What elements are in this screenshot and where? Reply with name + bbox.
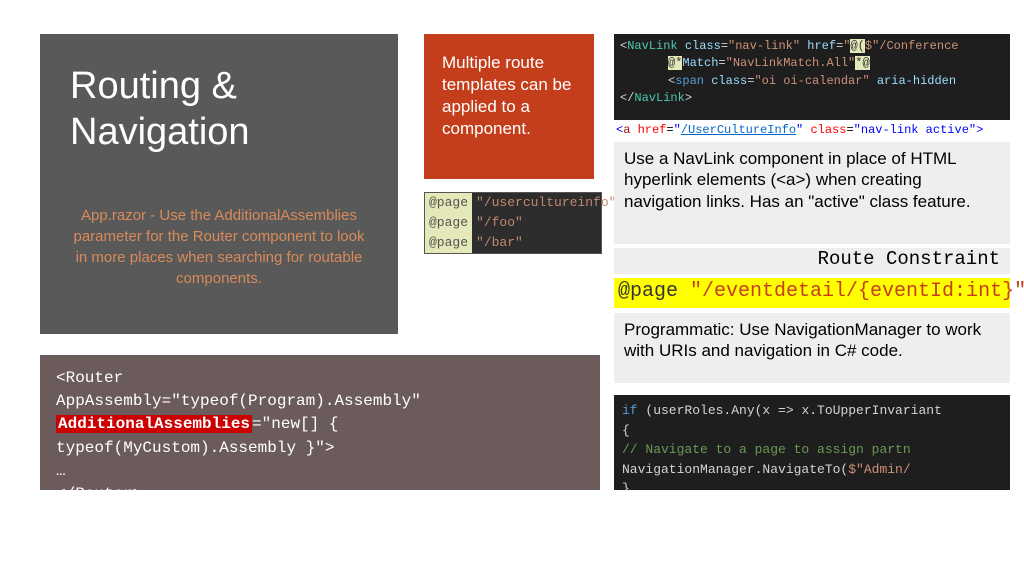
navlink-description: Use a NavLink component in place of HTML… [614,142,1010,244]
code-text: *@ [855,56,869,70]
code-text: => [778,403,794,418]
code-text: $"/Conference [865,39,959,53]
code-text: href [638,123,667,137]
callout-red: Multiple route templates can be applied … [424,34,594,179]
programmatic-description: Programmatic: Use NavigationManager to w… [614,313,1010,383]
code-line: } [622,479,1002,490]
code-text: "nav-link active" [854,123,976,137]
code-text: x.ToUpperInvariant [794,403,942,418]
code-text: a [623,123,637,137]
page-path: "/bar" [472,233,523,253]
code-line: // Navigate to a page to assign partn [622,440,1002,460]
code-text: Match [682,56,718,70]
code-highlight: AdditionalAssemblies [56,415,252,433]
title-panel: Routing & Navigation App.razor - Use the… [40,34,398,334]
code-line: AppAssembly="typeof(Program).Assembly" [56,390,584,413]
code-text: "nav-link" [728,39,807,53]
page-directive: @page [425,233,472,253]
nav-manager-code-snippet: if (userRoles.Any(x => x.ToUpperInvarian… [614,395,1010,490]
page-route-highlight: @page "/eventdetail/{eventId:int}" [614,278,1010,308]
code-text: NavLink [627,39,685,53]
code-text: @page [618,280,690,303]
code-text: = [846,123,853,137]
slide-subtitle: App.razor - Use the AdditionalAssemblies… [70,205,368,289]
code-text: = [718,56,725,70]
code-text: href [807,39,836,53]
navlink-code-snippet: <NavLink class="nav-link" href="@($"/Con… [614,34,1010,120]
code-text: > [685,91,692,105]
page-row: @page"/usercultureinfo" [425,193,601,213]
code-text: class [685,39,721,53]
code-text: " [674,123,681,137]
code-text: class [711,74,747,88]
code-text: NavigationManager.NavigateTo( [622,462,848,477]
code-text: = [666,123,673,137]
code-text: /UserCultureInfo [681,123,796,137]
code-text: "oi oi-calendar" [754,74,876,88]
page-row: @page"/bar" [425,233,601,253]
slide-title: Routing & Navigation [70,64,368,155]
code-text: if [622,403,645,418]
code-line: … [56,460,584,483]
code-text: NavLink [634,91,684,105]
code-text: class [803,123,846,137]
slide-container: Routing & Navigation App.razor - Use the… [0,0,1024,576]
page-directive: @page [425,213,472,233]
code-line: { [622,421,1002,441]
code-text: = [721,39,728,53]
anchor-code-line: <a href="/UserCultureInfo" class="nav-li… [614,123,1010,141]
code-text: (userRoles.Any(x [645,403,778,418]
code-text: aria-hidden [877,74,956,88]
router-code-snippet: <Router AppAssembly="typeof(Program).Ass… [40,355,600,490]
code-line: </Router> [56,483,584,506]
code-line: <Router [56,367,584,390]
page-directives-snippet: @page"/usercultureinfo" @page"/foo" @pag… [424,192,602,254]
code-text: @( [850,39,864,53]
code-text: "NavLinkMatch.All" [726,56,856,70]
code-text: > [976,123,983,137]
code-text: span [675,74,711,88]
code-text: $"Admin/ [848,462,910,477]
page-path: "/usercultureinfo" [472,193,616,213]
page-row: @page"/foo" [425,213,601,233]
code-text: @* [668,56,682,70]
code-text: </ [620,91,634,105]
route-constraint-heading: Route Constraint [614,248,1010,274]
page-directive: @page [425,193,472,213]
code-line: AdditionalAssemblies="new[] { typeof(MyC… [56,413,584,459]
page-path: "/foo" [472,213,523,233]
code-text: "/eventdetail/{eventId:int}" [690,280,1024,303]
